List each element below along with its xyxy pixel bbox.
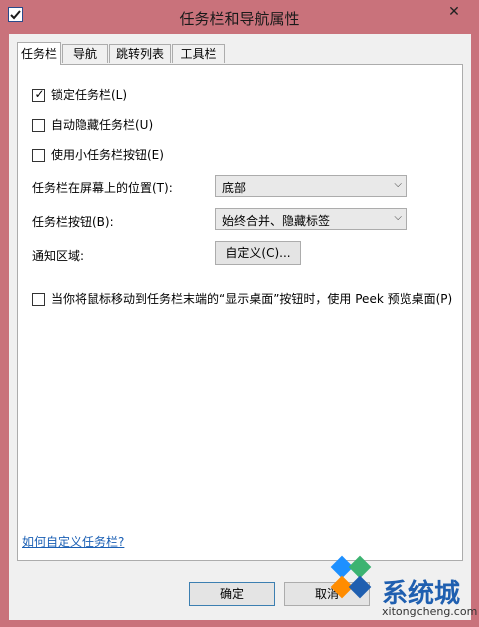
close-button[interactable]: ✕ [432,1,476,23]
dialog-window: 任务栏和导航属性 ✕ 任务栏 导航 跳转列表 工具栏 ✓ 锁定任务栏(L) 自动… [0,0,479,627]
windows-logo-icon [330,555,372,599]
tab-toolbars[interactable]: 工具栏 [172,44,225,63]
auto-hide-label: 自动隐藏任务栏(U) [51,118,154,132]
buttons-select[interactable]: 始终合并、隐藏标签 ⌵ [215,208,407,230]
buttons-label: 任务栏按钮(B): [32,215,114,229]
watermark-logo: 系统城 xitongcheng.com [322,543,477,623]
location-label: 任务栏在屏幕上的位置(T): [32,181,173,195]
peek-checkbox[interactable] [32,293,45,306]
ok-button[interactable]: 确定 [189,582,275,606]
location-value: 底部 [222,181,247,195]
window-title: 任务栏和导航属性 [179,10,300,28]
buttons-value: 始终合并、隐藏标签 [222,214,331,228]
tab-taskbar[interactable]: 任务栏 [17,42,61,65]
chevron-down-icon: ⌵ [394,212,402,223]
lock-taskbar-checkbox[interactable]: ✓ [32,87,45,102]
peek-label: 当你将鼠标移动到任务栏末端的“显示桌面”按钮时，使用 Peek 预览桌面(P) [51,292,453,306]
small-buttons-checkbox[interactable] [32,149,45,162]
watermark-url: xitongcheng.com [382,605,478,618]
customize-button[interactable]: 自定义(C)... [215,241,301,265]
notify-label: 通知区域: [32,249,85,263]
dialog-body: 任务栏 导航 跳转列表 工具栏 ✓ 锁定任务栏(L) 自动隐藏任务栏(U) 使用… [9,34,471,620]
small-buttons-label: 使用小任务栏按钮(E) [51,148,164,162]
lock-taskbar-label: 锁定任务栏(L) [51,88,128,102]
chevron-down-icon: ⌵ [394,179,402,190]
tab-jump-lists[interactable]: 跳转列表 [109,44,171,63]
help-link[interactable]: 如何自定义任务栏? [22,533,124,550]
location-select[interactable]: 底部 ⌵ [215,175,407,197]
title-bar: 任务栏和导航属性 ✕ [0,0,479,34]
close-icon: ✕ [448,4,460,20]
taskbar-panel: ✓ 锁定任务栏(L) 自动隐藏任务栏(U) 使用小任务栏按钮(E) 任务栏在屏幕… [17,64,463,561]
check-icon: ✓ [34,87,45,101]
tab-navigation[interactable]: 导航 [62,44,108,63]
auto-hide-checkbox[interactable] [32,119,45,132]
